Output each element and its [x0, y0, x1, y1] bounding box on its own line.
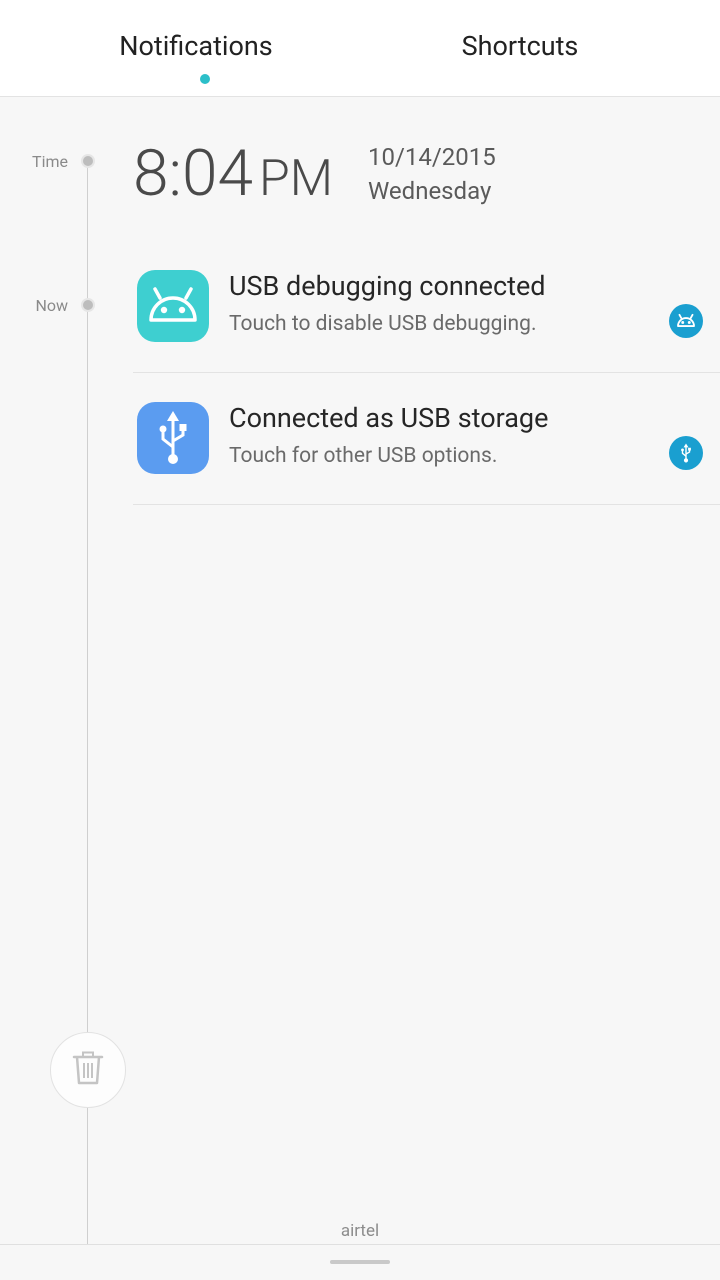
trash-icon — [72, 1051, 104, 1089]
notification-usb-debugging[interactable]: USB debugging connected Touch to disable… — [133, 240, 720, 373]
timeline-now-label: Now — [35, 296, 68, 315]
active-tab-indicator — [200, 74, 210, 84]
timeline-time-label: Time — [32, 152, 68, 171]
clock-ampm: PM — [258, 150, 333, 208]
notification-title: Connected as USB storage — [229, 402, 549, 434]
timeline-time-dot — [81, 154, 95, 168]
date-block: 10/14/2015 Wednesday — [368, 140, 496, 208]
usb-icon — [669, 436, 703, 470]
clock: 8:04 PM — [133, 136, 333, 211]
timeline-now-dot — [81, 298, 95, 312]
carrier-label: airtel — [340, 1221, 380, 1241]
notification-subtitle: Touch for other USB options. — [229, 444, 498, 468]
android-icon — [669, 304, 703, 338]
date-text: 10/14/2015 — [368, 143, 496, 171]
tab-bar: Notifications Shortcuts — [0, 0, 720, 97]
notification-title: USB debugging connected — [229, 270, 546, 302]
tab-notifications[interactable]: Notifications — [96, 30, 296, 62]
clear-all-button[interactable] — [50, 1032, 126, 1108]
drag-handle[interactable] — [330, 1260, 390, 1264]
notification-usb-storage[interactable]: Connected as USB storage Touch for other… — [133, 372, 720, 505]
bottom-divider — [0, 1244, 720, 1245]
usb-icon — [137, 402, 209, 474]
weekday-text: Wednesday — [368, 177, 492, 205]
android-icon — [137, 270, 209, 342]
clock-time: 8:04 — [133, 136, 253, 211]
tab-shortcuts[interactable]: Shortcuts — [420, 30, 620, 62]
notification-subtitle: Touch to disable USB debugging. — [229, 312, 537, 336]
